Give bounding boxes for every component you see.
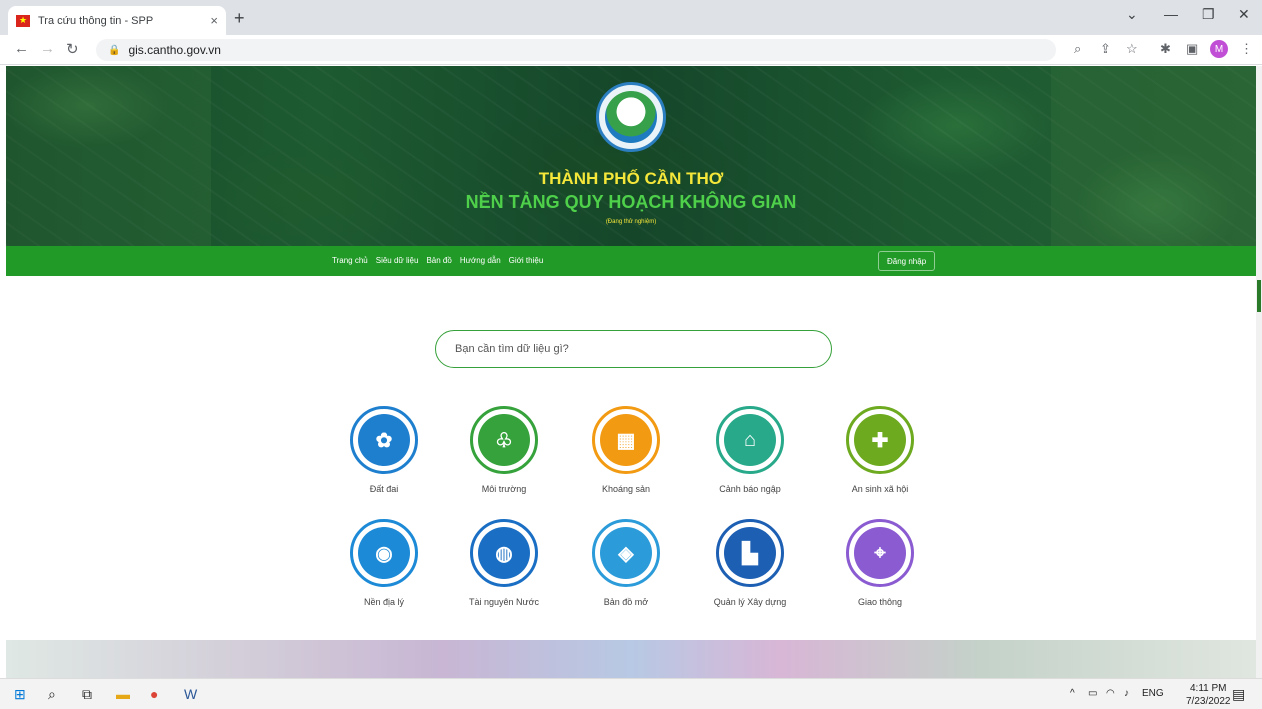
construction-icon: ▙ <box>724 527 776 579</box>
category-label: Khoáng sản <box>601 484 651 494</box>
hero-status: (Đang thử nghiệm) <box>605 219 657 225</box>
water-resources-icon: ◍ <box>478 527 530 579</box>
geography-icon: ◉ <box>358 527 410 579</box>
minerals-icon: ▦ <box>600 414 652 466</box>
new-tab-button[interactable]: + <box>234 8 245 29</box>
menu-icon[interactable]: ⋮ <box>1240 41 1253 57</box>
windows-taskbar: ⊞ ⌕ ⧉ ▬ ● W ^ ▭ ◠ ♪ ENG 4:11 PM 7/23/202… <box>0 678 1262 709</box>
zoom-icon[interactable]: ⌕ <box>1074 41 1081 57</box>
forward-icon[interactable]: → <box>40 40 55 57</box>
scrollbar-thumb[interactable] <box>1257 280 1261 312</box>
address-bar[interactable]: 🔒 gis.cantho.gov.vn <box>96 39 1056 61</box>
scrollbar[interactable] <box>1256 66 1262 678</box>
vietnam-flag-icon: ★ <box>16 14 30 27</box>
search-icon[interactable]: ⌕ <box>48 686 56 703</box>
extensions-icon[interactable]: ✱ <box>1160 41 1171 57</box>
city-logo <box>596 82 666 152</box>
notifications-icon[interactable]: ▤ <box>1232 686 1245 703</box>
chrome-icon[interactable]: ● <box>150 686 158 702</box>
category-geography[interactable]: ◉ Nền địa lý <box>324 519 444 607</box>
close-icon[interactable]: ✕ <box>1238 6 1250 23</box>
category-environment[interactable]: ♧ Môi trường <box>444 406 564 494</box>
category-transport[interactable]: ⌖ Giao thông <box>820 519 940 607</box>
lock-icon: 🔒 <box>108 44 121 56</box>
category-water-resources[interactable]: ◍ Tài nguyên Nước <box>444 519 564 607</box>
windows-start-icon[interactable]: ⊞ <box>14 686 26 703</box>
category-label: Giao thông <box>857 597 903 607</box>
category-label: Môi trường <box>481 484 527 494</box>
login-button[interactable]: Đăng nhập <box>878 251 936 271</box>
open-map-icon: ◈ <box>600 527 652 579</box>
category-open-map[interactable]: ◈ Bản đồ mở <box>566 519 686 607</box>
wifi-icon[interactable]: ◠ <box>1106 688 1115 699</box>
category-minerals[interactable]: ▦ Khoáng sản <box>566 406 686 494</box>
category-label: Đất đai <box>369 484 399 494</box>
land-icon: ✿ <box>358 414 410 466</box>
profile-avatar[interactable]: M <box>1210 40 1228 58</box>
browser-toolbar: ← → ↻ 🔒 gis.cantho.gov.vn ⌕ ⇪ ☆ ✱ ▣ ⋮ <box>0 35 1262 65</box>
volume-icon[interactable]: ♪ <box>1124 688 1129 699</box>
main-nav: Trang chủ Siêu dữ liệu Bản đồ Hướng dẫn … <box>6 246 1256 276</box>
tab-search-icon[interactable]: ⌄ <box>1126 6 1138 23</box>
language-indicator[interactable]: ENG <box>1142 688 1164 699</box>
url-text: gis.cantho.gov.vn <box>128 43 221 57</box>
search-box[interactable] <box>435 330 832 368</box>
category-label: Tài nguyên Nước <box>469 597 539 607</box>
hero-banner: THÀNH PHỐ CẦN THƠ NỀN TẢNG QUY HOẠCH KHÔ… <box>6 66 1256 246</box>
search-input[interactable] <box>455 343 831 355</box>
battery-icon: ▭ <box>1088 688 1098 699</box>
tray-chevron-icon[interactable]: ^ <box>1070 688 1075 699</box>
word-icon[interactable]: W <box>184 686 197 702</box>
environment-icon: ♧ <box>478 414 530 466</box>
transport-icon: ⌖ <box>854 527 906 579</box>
minimize-icon[interactable]: — <box>1164 6 1178 22</box>
clock-time: 4:11 PM <box>1190 683 1227 694</box>
category-label: Cảnh báo ngập <box>719 484 781 494</box>
bookmark-star-icon[interactable]: ☆ <box>1126 41 1138 57</box>
tab-close-icon[interactable]: × <box>210 13 218 28</box>
category-flood-warning[interactable]: ⌂ Cảnh báo ngập <box>690 406 810 494</box>
footer-map-art <box>6 640 1256 678</box>
category-social-welfare[interactable]: ✚ An sinh xã hội <box>820 406 940 494</box>
tab-title: Tra cứu thông tin - SPP <box>38 14 154 27</box>
hero-platform-title: NỀN TẢNG QUY HOẠCH KHÔNG GIAN <box>465 192 797 212</box>
clock-date: 7/23/2022 <box>1186 696 1231 707</box>
share-icon[interactable]: ⇪ <box>1100 41 1111 57</box>
task-view-icon[interactable]: ⧉ <box>82 686 92 703</box>
category-land[interactable]: ✿ Đất đai <box>324 406 444 494</box>
browser-tab[interactable]: ★ Tra cứu thông tin - SPP × <box>8 6 226 35</box>
back-icon[interactable]: ← <box>14 40 29 57</box>
browser-tab-strip: ★ Tra cứu thông tin - SPP × + ⌄ — ❐ ✕ <box>0 0 1262 35</box>
nav-metadata[interactable]: Siêu dữ liệu <box>376 256 419 265</box>
category-label: An sinh xã hội <box>851 484 909 494</box>
nav-home[interactable]: Trang chủ <box>332 256 368 265</box>
flood-warning-icon: ⌂ <box>724 414 776 466</box>
category-label: Bản đồ mở <box>603 597 649 607</box>
nav-map[interactable]: Bản đồ <box>426 256 451 265</box>
file-explorer-icon[interactable]: ▬ <box>116 686 130 702</box>
category-label: Quản lý Xây dựng <box>713 597 787 607</box>
clock[interactable]: 4:11 PM 7/23/2022 <box>1186 682 1231 708</box>
hero-city-title: THÀNH PHỐ CẦN THƠ <box>538 169 724 188</box>
category-label: Nền địa lý <box>363 597 405 607</box>
nav-guide[interactable]: Hướng dẫn <box>460 256 501 265</box>
restore-icon[interactable]: ❐ <box>1202 6 1215 23</box>
side-panel-icon[interactable]: ▣ <box>1186 41 1198 57</box>
category-construction[interactable]: ▙ Quản lý Xây dựng <box>690 519 810 607</box>
nav-about[interactable]: Giới thiệu <box>509 256 544 265</box>
reload-icon[interactable]: ↻ <box>66 40 79 58</box>
social-welfare-icon: ✚ <box>854 414 906 466</box>
